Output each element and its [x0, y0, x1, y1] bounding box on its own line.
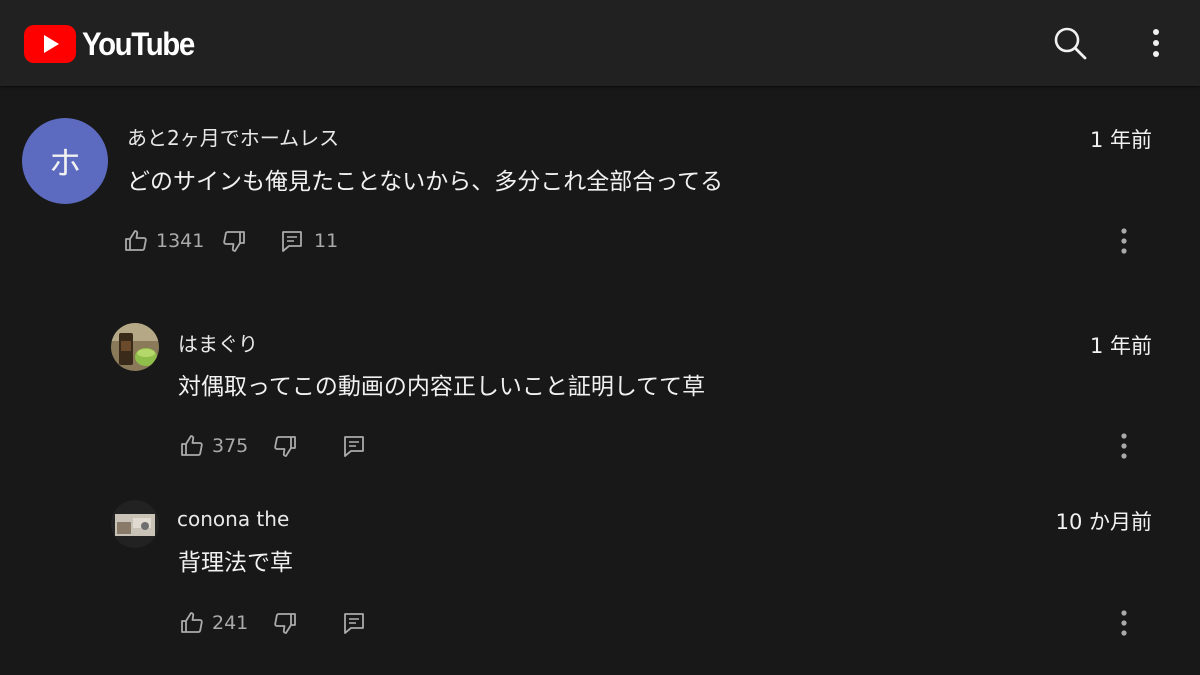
avatar[interactable]: ホ [22, 118, 108, 204]
comment-author[interactable]: はまぐり [178, 331, 258, 357]
more-vert-icon [1121, 228, 1127, 254]
youtube-logo-icon [24, 25, 76, 63]
comment-actions: 375 [180, 430, 1080, 462]
comment-menu-button[interactable] [1112, 225, 1136, 257]
avatar-image [111, 323, 159, 371]
more-vert-icon [1121, 433, 1127, 459]
like-button[interactable]: 1341 [124, 225, 204, 257]
comment-author[interactable]: conona the [177, 506, 289, 532]
youtube-logo[interactable]: YouTube [24, 24, 204, 64]
comment-time: 1 年前 [1089, 128, 1152, 152]
avatar-letter: ホ [48, 144, 81, 182]
app-header: YouTube [0, 0, 1200, 86]
search-icon [1054, 27, 1087, 60]
thumbs-up-icon [125, 230, 147, 251]
like-count: 1341 [156, 230, 205, 252]
like-button[interactable]: 375 [180, 430, 248, 462]
more-vert-icon [1153, 29, 1159, 57]
like-button[interactable]: 241 [180, 607, 248, 639]
more-options-button[interactable] [1134, 21, 1178, 65]
more-vert-icon [1121, 610, 1127, 636]
reply-button[interactable] [342, 607, 366, 639]
reply-button[interactable] [342, 430, 366, 462]
comment-text: 対偶取ってこの動画の内容正しいこと証明してて草 [178, 374, 706, 400]
comment-text: どのサインも俺見たことないから、多分これ全部合ってる [127, 169, 724, 195]
comment-time: 10 か月前 [1055, 510, 1152, 534]
search-button[interactable] [1048, 21, 1092, 65]
like-count: 375 [212, 435, 249, 457]
comment-author[interactable]: あと2ヶ月でホームレス [127, 125, 339, 151]
dislike-button[interactable] [222, 225, 246, 257]
comment-text: 背理法で草 [178, 550, 293, 576]
dislike-button[interactable] [273, 430, 297, 462]
comment-actions: 1341 11 [124, 225, 1124, 257]
avatar-image [111, 500, 159, 548]
comment-icon [344, 436, 364, 457]
comment-actions: 241 [180, 607, 1080, 639]
thumbs-down-icon [274, 436, 296, 457]
logo-text: YouTube [82, 26, 195, 62]
thumbs-up-icon [181, 435, 203, 456]
comment-icon [344, 613, 364, 634]
reply-count: 11 [314, 230, 339, 252]
thumbs-down-icon [274, 613, 296, 634]
reply-button[interactable]: 11 [280, 225, 338, 257]
comment-menu-button[interactable] [1112, 430, 1136, 462]
comment-time: 1 年前 [1089, 334, 1152, 358]
comment-icon [282, 231, 302, 252]
dislike-button[interactable] [273, 607, 297, 639]
thumbs-down-icon [223, 231, 245, 252]
avatar[interactable] [111, 500, 159, 548]
like-count: 241 [212, 612, 249, 634]
comment-menu-button[interactable] [1112, 607, 1136, 639]
thumbs-up-icon [181, 612, 203, 633]
avatar[interactable] [111, 323, 159, 371]
